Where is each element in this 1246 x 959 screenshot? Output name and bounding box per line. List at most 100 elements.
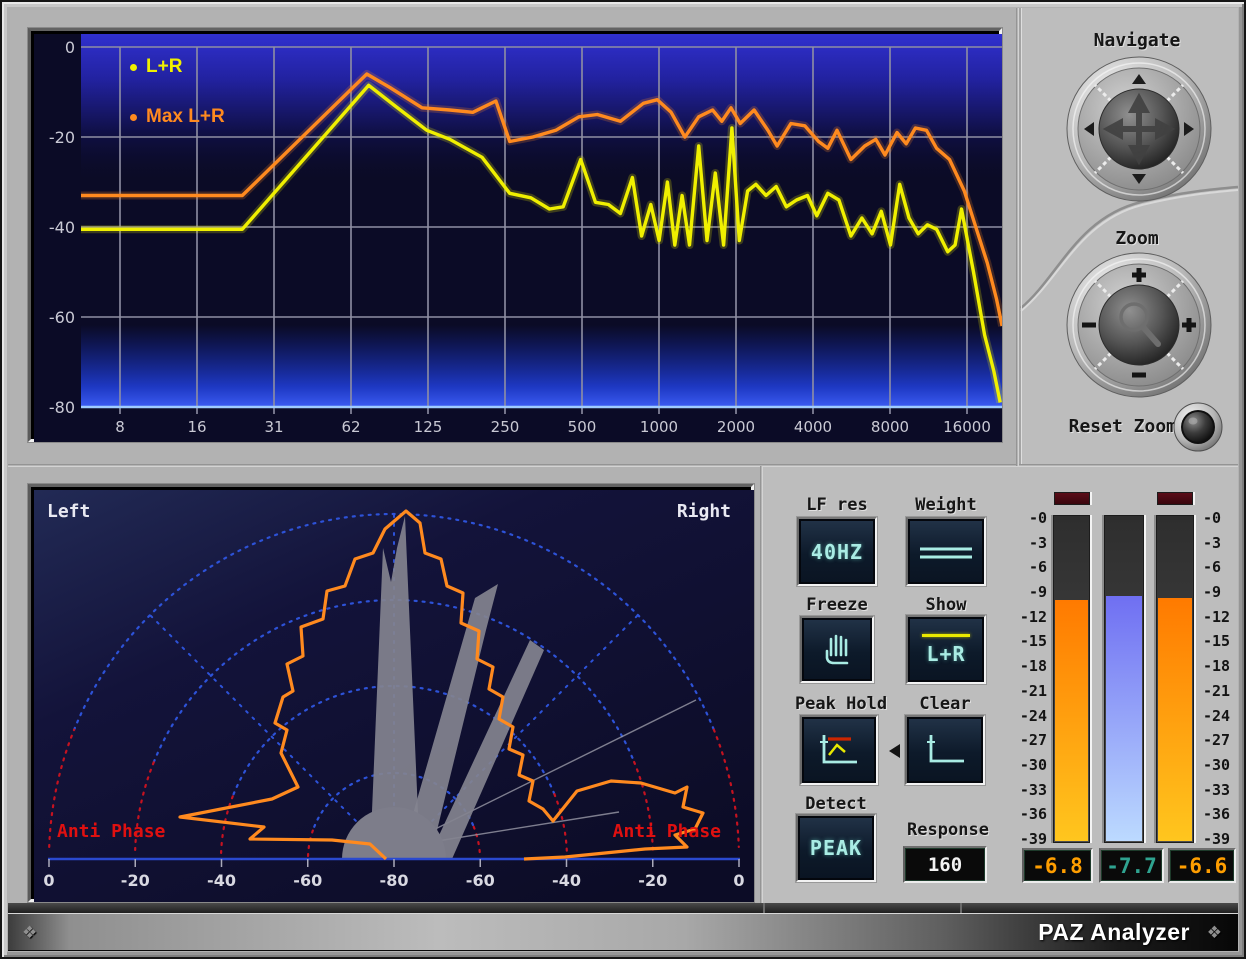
svg-text:4000: 4000 (794, 418, 832, 436)
svg-text:16000: 16000 (943, 418, 991, 436)
svg-text:-80: -80 (380, 871, 409, 890)
waves-ornament-icon: ❖ (1207, 923, 1222, 943)
freeze-label: Freeze (800, 595, 874, 615)
meter-readout-mid-value: -7.7 (1106, 854, 1157, 878)
meter-scale-label: -33 (1001, 781, 1047, 799)
meter-readout-mid[interactable]: -7.7 (1099, 848, 1164, 883)
link-arrow-icon (889, 744, 900, 758)
detect-button[interactable]: PEAK (796, 814, 876, 882)
peak-indicator-left (1054, 492, 1090, 505)
svg-text:-60: -60 (49, 308, 75, 327)
svg-text:8: 8 (115, 418, 125, 436)
legend-item-max-lr: Max L+R (130, 105, 225, 129)
svg-text:-20: -20 (121, 871, 150, 890)
svg-text:62: 62 (341, 418, 360, 436)
response-label: Response (883, 820, 1013, 840)
svg-text:2000: 2000 (717, 418, 755, 436)
weight-button[interactable] (906, 517, 986, 586)
panel-divider-vertical-top (1016, 8, 1019, 466)
freeze-button[interactable] (800, 616, 874, 683)
svg-text:125: 125 (414, 418, 443, 436)
legend-label-lr: L+R (146, 56, 182, 78)
meter-scale-label: -0 (1001, 509, 1047, 527)
weight-label: Weight (906, 495, 986, 515)
meter-scale-label: -30 (1203, 756, 1246, 774)
detect-value: PEAK (810, 836, 862, 860)
panel-divider-vertical-bottom (760, 466, 763, 906)
meter-bar-left (1053, 515, 1090, 843)
meter-scale-label: -27 (1203, 731, 1246, 749)
meter-readout-right-value: -6.6 (1177, 854, 1228, 878)
meter-scale-label: -3 (1203, 534, 1246, 552)
clear-axes-icon (921, 730, 969, 770)
phase-right-label: Right (677, 501, 731, 522)
svg-text:500: 500 (568, 418, 597, 436)
meter-scale-label: -27 (1001, 731, 1047, 749)
plugin-window: 81631621252505001000200040008000160000-2… (0, 0, 1246, 959)
meter-scale-label: -3 (1001, 534, 1047, 552)
peak-hold-label: Peak Hold (781, 694, 901, 714)
zoom-label: Zoom (1037, 228, 1237, 249)
svg-text:-40: -40 (49, 218, 75, 237)
navigate-pad[interactable] (1064, 54, 1214, 204)
meter-scale-right: -0-3-6-9-12-15-18-21-24-27-30-33-36-39 (1203, 509, 1246, 848)
lf-res-button[interactable]: 40HZ (797, 517, 877, 586)
peak-hold-button[interactable] (800, 715, 878, 785)
zoom-pad[interactable] (1064, 250, 1214, 400)
meter-scale-label: -15 (1203, 632, 1246, 650)
controls-panel: LF res 40HZ Weight Freeze Show L+R (763, 467, 1238, 905)
svg-text:0: 0 (43, 871, 54, 890)
meter-scale-label: -18 (1001, 657, 1047, 675)
lf-res-value: 40HZ (811, 540, 863, 564)
reset-zoom-button[interactable] (1173, 402, 1223, 452)
meter-scale-label: -30 (1001, 756, 1047, 774)
meter-scale-label: -36 (1203, 805, 1246, 823)
svg-text:-60: -60 (466, 871, 495, 890)
meter-scale-label: -24 (1203, 707, 1246, 725)
meter-scale-label: -18 (1203, 657, 1246, 675)
panel-divider-horizontal (8, 464, 1238, 467)
meter-fill-left (1055, 600, 1088, 841)
antiphase-right-label: Anti Phase (613, 821, 721, 842)
meter-bar-mid (1104, 515, 1144, 843)
meter-scale-left: -0-3-6-9-12-15-18-21-24-27-30-33-36-39 (1001, 509, 1047, 848)
legend-dot-max-lr (130, 114, 137, 121)
show-value: L+R (926, 642, 965, 666)
show-selected-underline (922, 634, 970, 637)
legend-item-lr: L+R (130, 55, 225, 79)
navigate-zoom-panel: Navigate Zoom (1019, 8, 1238, 464)
response-display[interactable]: 160 (903, 846, 987, 883)
hand-icon (816, 630, 858, 670)
meter-scale-label: -39 (1001, 830, 1047, 848)
meter-scale-label: -6 (1203, 558, 1246, 576)
antiphase-left-label: Anti Phase (57, 821, 165, 842)
clear-button[interactable] (905, 715, 985, 785)
plugin-title: PAZ Analyzer (1038, 919, 1190, 946)
spectrum-display[interactable]: 81631621252505001000200040008000160000-2… (28, 28, 1002, 442)
legend-label-max-lr: Max L+R (146, 106, 225, 128)
reset-zoom-label: Reset Zoom (1027, 416, 1177, 437)
svg-text:-80: -80 (49, 398, 75, 417)
svg-text:250: 250 (491, 418, 520, 436)
meter-scale-label: -15 (1001, 632, 1047, 650)
meter-scale-label: -12 (1203, 608, 1246, 626)
navigate-label: Navigate (1037, 30, 1237, 51)
peak-hold-icon (815, 730, 863, 770)
waves-ornament-icon: ❖ (22, 923, 37, 943)
meter-scale-label: -0 (1203, 509, 1246, 527)
response-value: 160 (928, 854, 962, 876)
meter-scale-label: -9 (1203, 583, 1246, 601)
show-label: Show (906, 595, 986, 615)
meter-readout-right[interactable]: -6.6 (1168, 848, 1236, 883)
show-button[interactable]: L+R (906, 615, 986, 684)
svg-text:-20: -20 (638, 871, 667, 890)
weight-lines-icon (914, 537, 978, 567)
clear-label: Clear (905, 694, 985, 714)
meter-scale-label: -21 (1001, 682, 1047, 700)
meter-readout-left[interactable]: -6.8 (1022, 848, 1093, 883)
svg-text:0: 0 (65, 38, 75, 57)
meter-scale-label: -12 (1001, 608, 1047, 626)
legend-dot-lr (130, 64, 137, 71)
meter-readout-left-value: -6.8 (1032, 854, 1083, 878)
svg-text:16: 16 (187, 418, 206, 436)
